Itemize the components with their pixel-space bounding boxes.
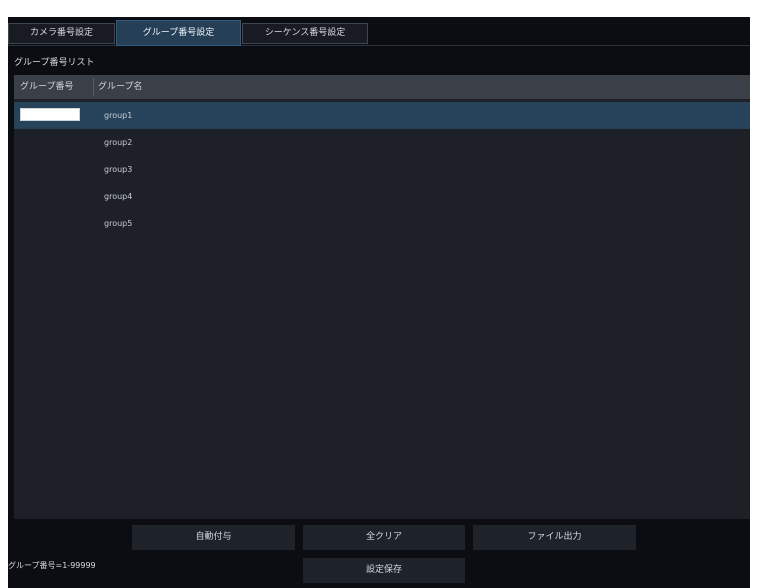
table-row[interactable]: group1 <box>14 102 750 129</box>
column-header-group-name: グループ名 <box>98 82 143 92</box>
section-title: グループ番号リスト <box>14 58 95 68</box>
auto-assign-button[interactable]: 自動付与 <box>132 525 295 550</box>
tab-bar: カメラ番号設定 グループ番号設定 シーケンス番号設定 <box>8 17 750 46</box>
group-number-range-note: グループ番号=1-99999 <box>8 561 96 570</box>
table-row[interactable]: group5 <box>14 210 750 237</box>
group-name: group4 <box>104 192 133 201</box>
table-row[interactable]: group2 <box>14 129 750 156</box>
file-output-button[interactable]: ファイル出力 <box>473 525 636 550</box>
group-name: group5 <box>104 219 133 228</box>
list-header: グループ番号 グループ名 <box>14 75 750 99</box>
group-name: group3 <box>104 165 133 174</box>
save-settings-button[interactable]: 設定保存 <box>303 558 465 583</box>
tab-camera-number-settings[interactable]: カメラ番号設定 <box>8 23 115 44</box>
table-row[interactable]: group3 <box>14 156 750 183</box>
group-name: group2 <box>104 138 133 147</box>
group-number-settings-window: カメラ番号設定 グループ番号設定 シーケンス番号設定 グループ番号リスト グルー… <box>8 17 750 588</box>
column-divider <box>93 78 94 96</box>
tab-group-number-settings[interactable]: グループ番号設定 <box>116 20 241 46</box>
group-number-input[interactable] <box>20 108 80 121</box>
clear-all-button[interactable]: 全クリア <box>303 525 465 550</box>
table-row[interactable]: group4 <box>14 183 750 210</box>
group-name: group1 <box>104 111 133 120</box>
column-header-group-number: グループ番号 <box>20 82 74 92</box>
tab-sequence-number-settings[interactable]: シーケンス番号設定 <box>242 23 368 44</box>
group-number-list: グループ番号 グループ名 group1 group2 group3 group4… <box>14 75 750 519</box>
